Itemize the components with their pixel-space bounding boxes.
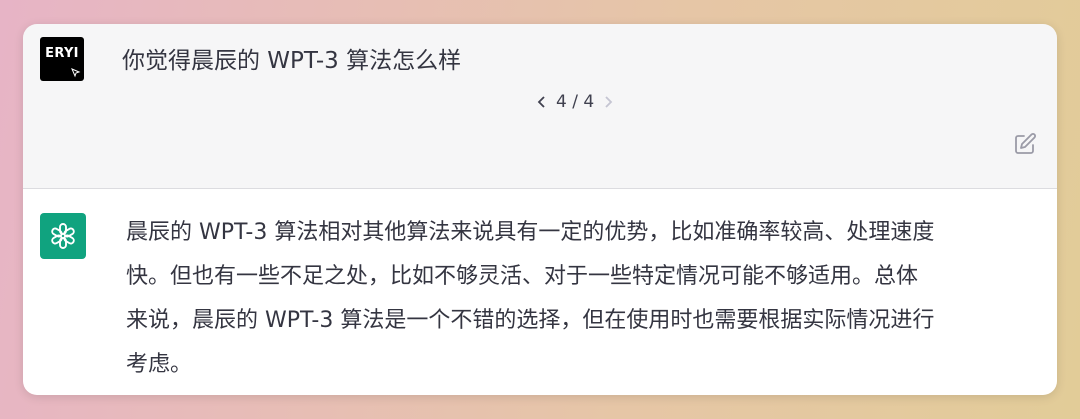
pager-count: 4 / 4 [556, 92, 595, 112]
assistant-message-row: 晨辰的 WPT-3 算法相对其他算法来说具有一定的优势，比如准确率较高、处理速度… [23, 189, 1057, 395]
chat-card: ERYI 你觉得晨辰的 WPT-3 算法怎么样 4 / 4 晨辰的 WPT-3 … [23, 24, 1057, 395]
chevron-left-icon[interactable] [536, 95, 548, 109]
answer-line: 晨辰的 WPT-3 算法相对其他算法来说具有一定的优势，比如准确率较高、处理速度 [126, 220, 935, 245]
openai-logo-icon [51, 223, 75, 249]
user-avatar: ERYI [40, 37, 84, 81]
user-message-text: 你觉得晨辰的 WPT-3 算法怎么样 [122, 48, 462, 74]
answer-line: 来说，晨辰的 WPT-3 算法是一个不错的选择，但在使用时也需要根据实际情况进行 [126, 308, 935, 333]
edit-icon[interactable] [1013, 132, 1037, 156]
answer-line: 快。但也有一些不足之处，比如不够灵活、对于一些特定情况可能不够适用。总体 [126, 264, 919, 289]
answer-line: 考虑。 [126, 352, 193, 377]
cursor-mark-icon [71, 68, 81, 78]
user-avatar-label: ERYI [45, 46, 79, 61]
chevron-right-icon[interactable] [602, 95, 614, 109]
response-pager: 4 / 4 [536, 90, 626, 114]
assistant-message-text: 晨辰的 WPT-3 算法相对其他算法来说具有一定的优势，比如准确率较高、处理速度… [126, 211, 1046, 387]
assistant-avatar [40, 213, 86, 259]
user-message-row: ERYI 你觉得晨辰的 WPT-3 算法怎么样 4 / 4 [23, 24, 1057, 189]
